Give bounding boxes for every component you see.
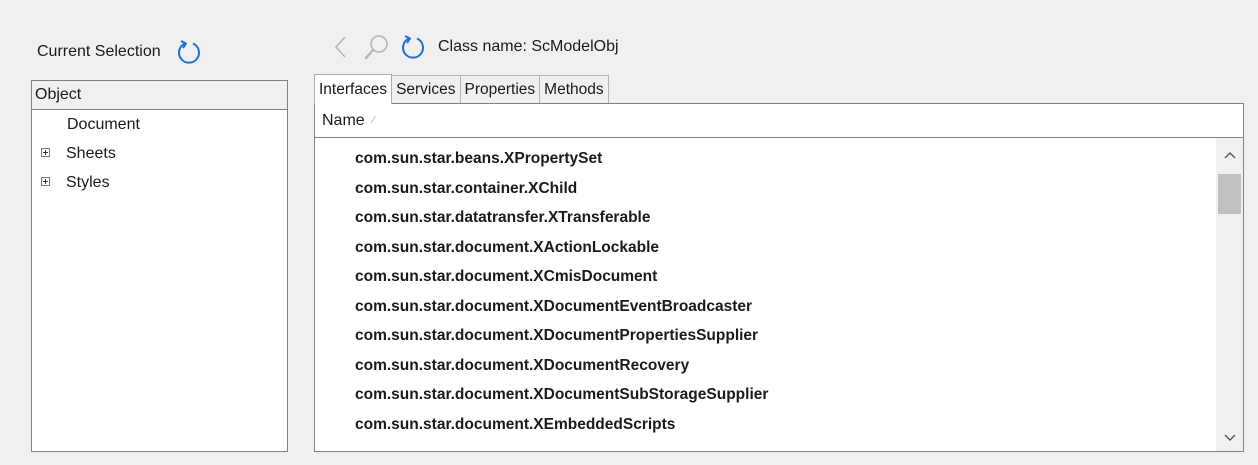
list-item[interactable]: com.sun.star.document.XDocumentEventBroa… [315,292,1215,322]
sort-indicator-icon: ⁄ [372,115,375,126]
list-item[interactable]: com.sun.star.beans.XPropertySet [315,144,1215,174]
tab-methods[interactable]: Methods [539,75,609,103]
search-icon[interactable] [362,32,392,62]
tree-item-label: Document [67,116,140,133]
refresh-icon[interactable] [398,32,428,62]
tree-item-document[interactable]: Document [32,110,287,139]
vertical-scrollbar[interactable] [1216,138,1243,451]
object-tree[interactable]: Object Document Sheets Styles [31,80,288,452]
list-item[interactable]: com.sun.star.document.XActionLockable [315,233,1215,263]
inspector-tabs: Interfaces Services Properties Methods [314,74,609,104]
list-item[interactable]: com.sun.star.document.XDocumentRecovery [315,351,1215,381]
list-item[interactable]: com.sun.star.datatransfer.XTransferable [315,203,1215,233]
column-header-name[interactable]: Name ⁄ [315,104,1243,138]
scrollbar-thumb[interactable] [1218,174,1241,214]
expand-plus-icon[interactable] [41,148,50,157]
refresh-icon[interactable] [175,38,203,66]
tree-item-sheets[interactable]: Sheets [32,139,287,168]
tree-header-object[interactable]: Object [32,81,287,110]
list-item[interactable]: com.sun.star.document.XDocumentPropertie… [315,321,1215,351]
tab-interfaces[interactable]: Interfaces [314,74,393,104]
list-item[interactable]: com.sun.star.document.XCmisDocument [315,262,1215,292]
list-rows: com.sun.star.beans.XPropertySet com.sun.… [315,144,1215,439]
tree-item-label: Sheets [66,145,116,162]
class-name-display: Class name: ScModelObj [438,38,619,56]
chevron-down-icon[interactable] [1216,425,1243,451]
column-header-label: Name [322,112,365,129]
list-item[interactable]: com.sun.star.container.XChild [315,174,1215,204]
back-arrow-icon[interactable] [326,32,356,62]
class-name-label: Class name: [438,38,527,55]
inspector-toolbar: Class name: ScModelObj [326,32,619,62]
current-selection-row: Current Selection [37,38,203,66]
tree-item-label: Styles [66,174,110,191]
current-selection-label: Current Selection [37,43,161,60]
list-item[interactable]: com.sun.star.document.XEmbeddedScripts [315,410,1215,440]
tree-item-styles[interactable]: Styles [32,168,287,197]
tab-services[interactable]: Services [391,75,461,103]
expand-plus-icon[interactable] [41,177,50,186]
chevron-up-icon[interactable] [1216,142,1243,168]
tab-properties[interactable]: Properties [459,75,541,103]
class-name-value: ScModelObj [531,38,619,55]
list-item[interactable]: com.sun.star.document.XDocumentSubStorag… [315,380,1215,410]
interfaces-list[interactable]: Name ⁄ com.sun.star.beans.XPropertySet co… [314,103,1244,452]
